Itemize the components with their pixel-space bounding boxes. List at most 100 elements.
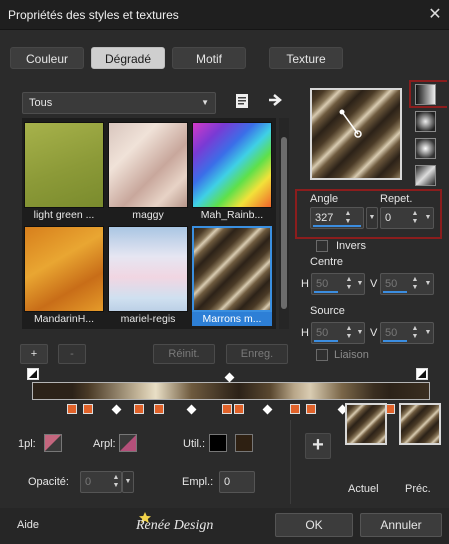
- angle-dropdown[interactable]: ▼: [366, 207, 378, 229]
- source-h-label: H: [301, 327, 309, 339]
- source-label: Source: [310, 305, 345, 317]
- tab-degrade[interactable]: Dégradé: [91, 47, 165, 69]
- color-stop-marker[interactable]: [233, 404, 244, 414]
- save-gradient-button[interactable]: Enreg.: [226, 344, 288, 364]
- color-stop-marker[interactable]: [134, 404, 145, 414]
- spinner-arrows-icon[interactable]: ▲ ▼: [410, 276, 420, 292]
- center-v-spinner[interactable]: 50 ▲ ▼ ▼: [380, 273, 434, 295]
- opacity-midpoint-marker[interactable]: [224, 372, 235, 383]
- invert-label: Invers: [336, 240, 366, 252]
- center-h-level-bar: [314, 291, 338, 293]
- gallery-scroll-thumb[interactable]: [281, 137, 287, 309]
- sunburst-style-icon[interactable]: [415, 165, 436, 186]
- gallery-item[interactable]: mariel-regis: [108, 226, 188, 326]
- invert-checkbox[interactable]: [316, 240, 328, 252]
- gallery-item[interactable]: light green ...: [24, 122, 104, 222]
- cancel-button[interactable]: Annuler: [360, 513, 442, 537]
- gradient-start-marker[interactable]: [27, 368, 39, 380]
- spinner-arrows-icon[interactable]: ▲ ▼: [111, 474, 121, 490]
- spinner-arrows-icon[interactable]: ▲ ▼: [344, 325, 354, 341]
- arrow-right-icon[interactable]: [266, 93, 284, 111]
- gradient-swatch: [192, 226, 272, 312]
- help-button[interactable]: Aide: [17, 519, 39, 531]
- gradient-bar[interactable]: [32, 382, 430, 400]
- radial-style-icon[interactable]: [415, 138, 436, 159]
- add-preset-button[interactable]: +: [305, 433, 331, 459]
- color-stop-marker[interactable]: [154, 404, 165, 414]
- spinner-arrows-icon[interactable]: ▲ ▼: [410, 210, 420, 226]
- first-plane-label: 1pl:: [18, 438, 36, 450]
- angle-handle-icon[interactable]: [312, 90, 400, 178]
- util-label: Util.:: [183, 438, 205, 450]
- repeat-spinner[interactable]: 0 ▲ ▼ ▼: [380, 207, 434, 229]
- chevron-down-icon[interactable]: ▼: [423, 280, 433, 288]
- repeat-value: 0: [385, 212, 392, 224]
- opacity-spinner[interactable]: 0 ▲ ▼: [80, 471, 122, 493]
- category-dropdown[interactable]: Tous ▼: [22, 92, 216, 114]
- rectangular-style-icon[interactable]: [415, 111, 436, 132]
- background-plane-label: Arpl:: [93, 438, 116, 450]
- gallery-item-label: mariel-regis: [120, 313, 176, 325]
- background-plane-swatch[interactable]: [119, 434, 137, 452]
- util-brown-swatch[interactable]: [235, 434, 253, 452]
- center-h-value: 50: [316, 278, 329, 290]
- source-v-value: 50: [385, 327, 398, 339]
- center-h-spinner[interactable]: 50 ▲ ▼ ▼: [311, 273, 365, 295]
- gallery-item-selected[interactable]: Marrons m...: [192, 226, 272, 326]
- color-midpoint-marker[interactable]: [262, 404, 273, 415]
- close-icon[interactable]: ✕: [424, 4, 446, 26]
- opacity-dropdown[interactable]: ▼: [122, 471, 134, 493]
- tab-motif[interactable]: Motif: [172, 47, 246, 69]
- angle-value: 327: [315, 212, 334, 224]
- link-label: Liaison: [334, 349, 369, 361]
- gallery-item-label: light green ...: [33, 209, 95, 221]
- previous-preview[interactable]: [399, 403, 441, 445]
- current-preview[interactable]: [345, 403, 387, 445]
- ok-button[interactable]: OK: [275, 513, 353, 537]
- spinner-arrows-icon[interactable]: ▲ ▼: [344, 276, 354, 292]
- center-v-value: 50: [385, 278, 398, 290]
- source-v-level-bar: [383, 340, 407, 342]
- opacity-value: 0: [85, 476, 92, 488]
- color-stop-marker[interactable]: [82, 404, 93, 414]
- gradient-swatch: [108, 122, 188, 208]
- tab-texture[interactable]: Texture: [269, 47, 343, 69]
- spinner-arrows-icon[interactable]: ▲ ▼: [343, 210, 353, 226]
- color-stop-marker[interactable]: [289, 404, 300, 414]
- chevron-down-icon[interactable]: ▼: [355, 329, 365, 337]
- color-stop-marker[interactable]: [305, 404, 316, 414]
- first-plane-swatch[interactable]: [44, 434, 62, 452]
- gradient-end-marker[interactable]: [416, 368, 428, 380]
- link-checkbox[interactable]: [316, 349, 328, 361]
- angle-level-bar: [313, 225, 361, 227]
- angle-spinner[interactable]: 327 ▲ ▼: [310, 207, 364, 229]
- remove-gradient-button[interactable]: -: [58, 344, 86, 364]
- gradient-swatch: [24, 122, 104, 208]
- util-black-swatch[interactable]: [209, 434, 227, 452]
- chevron-down-icon[interactable]: ▼: [423, 329, 433, 337]
- color-stop-marker[interactable]: [222, 404, 233, 414]
- opacity-label: Opacité:: [28, 476, 69, 488]
- divider: [290, 420, 291, 504]
- color-midpoint-marker[interactable]: [186, 404, 197, 415]
- gallery-item[interactable]: MandarinH...: [24, 226, 104, 326]
- spinner-arrows-icon[interactable]: ▲ ▼: [410, 325, 420, 341]
- center-v-label: V: [370, 278, 378, 290]
- center-label: Centre: [310, 256, 344, 268]
- source-v-spinner[interactable]: 50 ▲ ▼ ▼: [380, 322, 434, 344]
- save-preset-icon[interactable]: [233, 93, 251, 111]
- reset-button[interactable]: Réinit.: [153, 344, 215, 364]
- chevron-down-icon[interactable]: ▼: [423, 214, 433, 222]
- color-midpoint-marker[interactable]: [111, 404, 122, 415]
- chevron-down-icon: ▼: [368, 214, 376, 221]
- source-h-spinner[interactable]: 50 ▲ ▼ ▼: [311, 322, 365, 344]
- gradient-preview[interactable]: [310, 88, 402, 180]
- gallery-item[interactable]: Mah_Rainb...: [192, 122, 272, 222]
- gallery-item[interactable]: maggy: [108, 122, 188, 222]
- chevron-down-icon[interactable]: ▼: [355, 280, 365, 288]
- color-stop-marker[interactable]: [66, 404, 77, 414]
- tab-couleur[interactable]: Couleur: [10, 47, 84, 69]
- location-input[interactable]: 0: [219, 471, 255, 493]
- add-gradient-button[interactable]: +: [20, 344, 48, 364]
- linear-style-icon[interactable]: [415, 84, 436, 105]
